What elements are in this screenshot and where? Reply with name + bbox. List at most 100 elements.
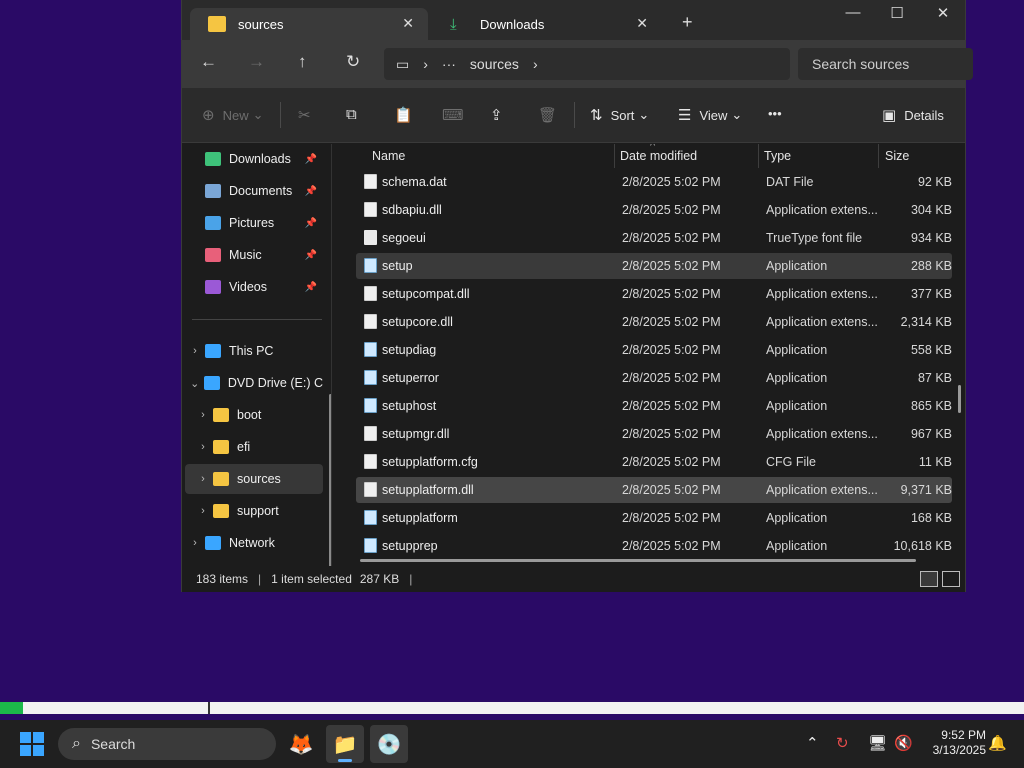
column-divider[interactable] — [758, 144, 759, 168]
file-row[interactable]: setupplatform.dll 2/8/2025 5:02 PM Applica… — [356, 477, 952, 503]
file-row[interactable]: setupprep 2/8/2025 5:02 PM Application 10,6… — [356, 533, 952, 559]
maximize-button[interactable]: ☐ — [874, 4, 920, 22]
more-options-button[interactable]: ••• — [768, 106, 782, 121]
tree-item-network[interactable]: › Network — [185, 528, 323, 558]
file-row[interactable]: setupmgr.dll 2/8/2025 5:02 PM Application … — [356, 421, 952, 447]
tree-item-dvd-drive-e-c[interactable]: ⌄ DVD Drive (E:) C — [185, 368, 323, 398]
delete-button[interactable]: 🗑 — [538, 106, 565, 124]
sidebar-item-pictures[interactable]: Pictures 📌 — [185, 208, 323, 238]
expand-chevron-icon[interactable]: ⌄ — [185, 377, 204, 390]
address-bar[interactable]: ▭ › ··· sources › — [384, 48, 790, 80]
copy-button[interactable]: ⧉ — [346, 106, 365, 123]
column-divider[interactable] — [614, 144, 615, 168]
expand-chevron-icon[interactable]: › — [185, 345, 205, 357]
file-explorer-taskbar-icon[interactable]: 📁 — [326, 725, 364, 763]
vertical-scrollbar[interactable] — [958, 385, 961, 413]
minimize-button[interactable]: — — [830, 4, 876, 21]
details-view-icon[interactable] — [920, 571, 938, 587]
tab-sources[interactable]: sources ✕ — [190, 8, 428, 40]
expand-chevron-icon[interactable]: › — [193, 473, 213, 485]
pin-icon[interactable]: 📌 — [305, 250, 317, 261]
column-header-size[interactable]: Size — [885, 149, 909, 163]
details-button[interactable]: ▣ Details — [882, 106, 944, 124]
show-hidden-icons-button[interactable]: ⌃ — [806, 734, 819, 752]
tree-item-this-pc[interactable]: › This PC — [185, 336, 323, 366]
back-button[interactable]: ← — [200, 52, 217, 72]
file-type: Application — [766, 371, 828, 385]
file-list[interactable]: ^ Name Date modified Type Size schema.da… — [342, 144, 966, 566]
folder-icon — [213, 472, 229, 486]
up-button[interactable]: ↑ — [298, 52, 307, 72]
tree-item-boot[interactable]: › boot — [185, 400, 323, 430]
cut-button[interactable]: ✂ — [298, 106, 319, 124]
start-button[interactable] — [20, 732, 44, 756]
view-button[interactable]: ☰ View ⌄ — [678, 106, 742, 124]
pin-icon[interactable]: 📌 — [305, 282, 317, 293]
file-date: 2/8/2025 5:02 PM — [622, 203, 721, 217]
sidebar-item-documents[interactable]: Documents 📌 — [185, 176, 323, 206]
close-tab-icon[interactable]: ✕ — [636, 15, 648, 32]
file-row[interactable]: setupcompat.dll 2/8/2025 5:02 PM Applicati… — [356, 281, 952, 307]
tree-item-support[interactable]: › support — [185, 496, 323, 526]
close-window-button[interactable]: ✕ — [920, 4, 966, 22]
file-row[interactable]: setupdiag 2/8/2025 5:02 PM Application 558 … — [356, 337, 952, 363]
file-row[interactable]: segoeui 2/8/2025 5:02 PM TrueType font fil… — [356, 225, 952, 251]
sidebar-scrollbar[interactable] — [329, 394, 331, 566]
clock[interactable]: 9:52 PM 3/13/2025 — [920, 728, 986, 758]
downloads-icon — [205, 152, 221, 166]
breadcrumb-overflow[interactable]: ··· — [442, 56, 456, 72]
setup-taskbar-icon[interactable]: 💿 — [370, 725, 408, 763]
column-header-date-modified[interactable]: Date modified — [620, 149, 697, 163]
update-icon[interactable]: ↻ — [836, 734, 849, 752]
paste-button[interactable]: 📋 — [394, 106, 421, 124]
pin-icon[interactable]: 📌 — [305, 218, 317, 229]
taskbar-search[interactable]: ⌕ Search — [58, 728, 276, 760]
file-doc-icon — [364, 454, 377, 469]
search-input[interactable]: Search sources — [798, 48, 973, 80]
breadcrumb-current[interactable]: sources — [470, 56, 519, 72]
column-header-type[interactable]: Type — [764, 149, 791, 163]
file-row[interactable]: setuperror 2/8/2025 5:02 PM Application 87 … — [356, 365, 952, 391]
new-button[interactable]: ⊕ New ⌄ — [202, 106, 264, 124]
sort-button[interactable]: ⇅ Sort ⌄ — [590, 106, 649, 124]
file-row[interactable]: setupcore.dll 2/8/2025 5:02 PM Application… — [356, 309, 952, 335]
column-header-name[interactable]: Name — [372, 149, 405, 163]
tree-item-efi[interactable]: › efi — [185, 432, 323, 462]
navigation-pane[interactable]: Downloads 📌 Documents 📌 Pictures 📌 Music 📌 Video… — [182, 144, 332, 566]
file-row[interactable]: setupplatform 2/8/2025 5:02 PM Application… — [356, 505, 952, 531]
expand-chevron-icon[interactable]: › — [193, 409, 213, 421]
volume-muted-icon[interactable]: 🔇 — [894, 734, 913, 752]
sidebar-item-downloads[interactable]: Downloads 📌 — [185, 144, 323, 174]
expand-chevron-icon[interactable]: › — [185, 537, 205, 549]
file-row[interactable]: setup 2/8/2025 5:02 PM Application 288 KB — [356, 253, 952, 279]
sidebar-item-music[interactable]: Music 📌 — [185, 240, 323, 270]
forward-button[interactable]: → — [248, 52, 265, 72]
share-button[interactable]: ⇪ — [490, 106, 511, 124]
taskbar-search-label: Search — [90, 736, 136, 752]
rename-button[interactable]: ⌨ — [442, 106, 472, 124]
new-tab-button[interactable]: + — [682, 12, 693, 33]
notification-bell-icon[interactable]: 🔔 — [988, 734, 1007, 752]
breadcrumb-separator[interactable]: › — [533, 56, 538, 72]
horizontal-scrollbar[interactable] — [360, 559, 916, 562]
file-row[interactable]: schema.dat 2/8/2025 5:02 PM DAT File 92 KB — [356, 169, 952, 195]
firefox-taskbar-icon[interactable]: 🦊 — [282, 725, 320, 763]
pin-icon[interactable]: 📌 — [305, 186, 317, 197]
network-icon[interactable]: 🖥 — [868, 734, 887, 752]
file-row[interactable]: setupplatform.cfg 2/8/2025 5:02 PM CFG Fil… — [356, 449, 952, 475]
folder-icon — [208, 16, 226, 32]
sidebar-item-videos[interactable]: Videos 📌 — [185, 272, 323, 302]
breadcrumb-separator[interactable]: › — [423, 56, 428, 72]
expand-chevron-icon[interactable]: › — [193, 441, 213, 453]
tiles-view-icon[interactable] — [942, 571, 960, 587]
pin-icon[interactable]: 📌 — [305, 154, 317, 165]
file-row[interactable]: sdbapiu.dll 2/8/2025 5:02 PM Application e… — [356, 197, 952, 223]
column-divider[interactable] — [878, 144, 879, 168]
tab-downloads[interactable]: ⤓ Downloads ✕ — [432, 8, 662, 40]
file-name: setuperror — [382, 371, 439, 385]
file-row[interactable]: setuphost 2/8/2025 5:02 PM Application 865 … — [356, 393, 952, 419]
tree-item-sources[interactable]: › sources — [185, 464, 323, 494]
close-tab-icon[interactable]: ✕ — [402, 15, 414, 32]
refresh-button[interactable]: ↻ — [346, 52, 360, 72]
expand-chevron-icon[interactable]: › — [193, 505, 213, 517]
